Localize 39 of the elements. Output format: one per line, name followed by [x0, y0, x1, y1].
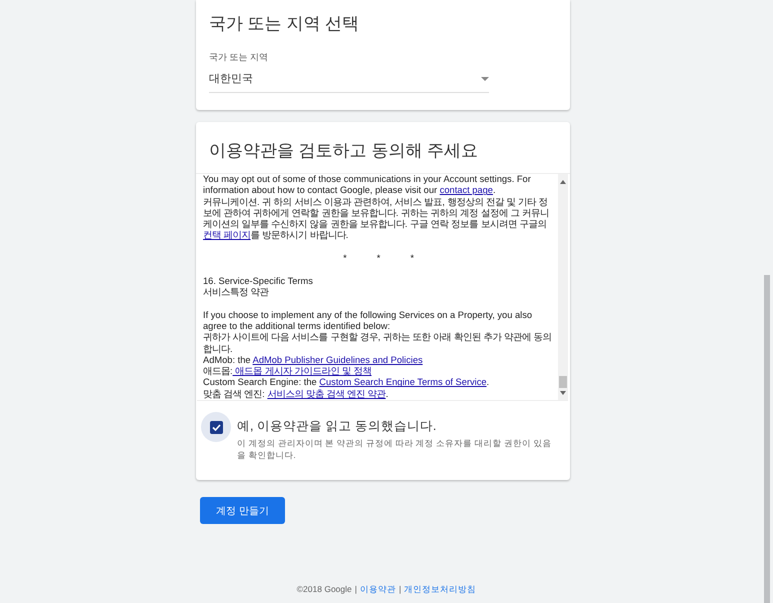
terms-paragraph: 커뮤니케이션. 귀 하의 서비스 이용과 관련하여, 서비스 발표, 행정상의 전갈 및 기타 정보에 관하여 귀하에게 연락할 권한을 보유합니다. 귀하는 귀하의 계정 설정에 그 커뮤니케이션의 일부를 수신하지 않을 권한을 보유합니다. 구글 연락 정보를 보시려면 구글의 컨택 페이지를 방문하시기 바랍니다.	[203, 196, 550, 242]
terms-link[interactable]: 애드몹 게시자 가이드라인 및 정책	[232, 366, 372, 376]
terms-paragraph: 귀하가 사이트에 다음 서비스를 구현할 경우, 귀하는 또한 아래 확인된 추가 약관에 동의합니다.	[203, 332, 553, 355]
copyright-text: ©2018 Google	[296, 584, 352, 596]
scroll-up-icon[interactable]	[560, 180, 566, 184]
separator-mark: *	[410, 252, 414, 264]
terms-paragraph: 애드몹: 애드몹 게시자 가이드라인 및 정책	[203, 366, 373, 378]
terms-paragraph: 16. Service-Specific Terms	[203, 276, 314, 288]
footer-divider: |	[354, 584, 357, 596]
scrollbar[interactable]	[558, 174, 568, 400]
check-icon	[212, 424, 220, 430]
agree-note: 이 계정의 관리자이며 본 약관의 규정에 따라 계정 소유자를 대리할 권한이 있음을 확인합니다.	[237, 437, 552, 461]
dropdown-arrow-icon	[481, 76, 489, 80]
card-title: 국가 또는 지역 선택	[209, 13, 360, 35]
footer-link[interactable]: 이용약관	[360, 584, 396, 596]
terms-link[interactable]: 컨택 페이지	[203, 230, 251, 240]
terms-paragraph: If you choose to implement any of the following Services on a Property, you also agree to the additional terms identified below:	[203, 310, 534, 332]
separator-mark: *	[376, 252, 380, 264]
terms-link[interactable]: AdMob Publisher Guidelines and Policies	[252, 354, 423, 365]
terms-paragraph: You may opt out of some of those communications in your Account settings. For information about how to contact Google, please visit our contact page.	[203, 174, 532, 197]
footer-link[interactable]: 개인정보처리방침	[404, 584, 476, 596]
terms-link[interactable]: 서비스의 맞춤 검색 엔진 약관	[267, 388, 386, 399]
create-account-button[interactable]: 계정 만들기	[200, 497, 285, 524]
terms-paragraph: 서비스특정 약관	[203, 287, 270, 299]
terms-link[interactable]: contact page	[440, 185, 493, 196]
agree-checkbox[interactable]	[210, 420, 222, 434]
scrollbar-thumb[interactable]	[559, 376, 567, 388]
page-scrollbar[interactable]	[764, 275, 770, 603]
terms-link[interactable]: Custom Search Engine Terms of Service	[319, 377, 487, 388]
agree-label: 예, 이용약관을 읽고 동의했습니다.	[237, 418, 438, 435]
country-select[interactable]: 대한민국	[209, 66, 489, 93]
terms-paragraph: Custom Search Engine: the Custom Search Engine Terms of Service.	[203, 377, 490, 389]
separator-mark: *	[343, 252, 347, 264]
field-label: 국가 또는 지역	[209, 51, 270, 64]
scroll-down-icon[interactable]	[560, 391, 566, 395]
terms-paragraph: AdMob: the AdMob Publisher Guidelines and Policies	[203, 354, 424, 366]
terms-paragraph: 맞춤 검색 엔진: 서비스의 맞춤 검색 엔진 약관.	[203, 388, 390, 400]
footer-divider: |	[398, 584, 402, 596]
card-title: 이용약관을 검토하고 동의해 주세요	[196, 122, 570, 174]
